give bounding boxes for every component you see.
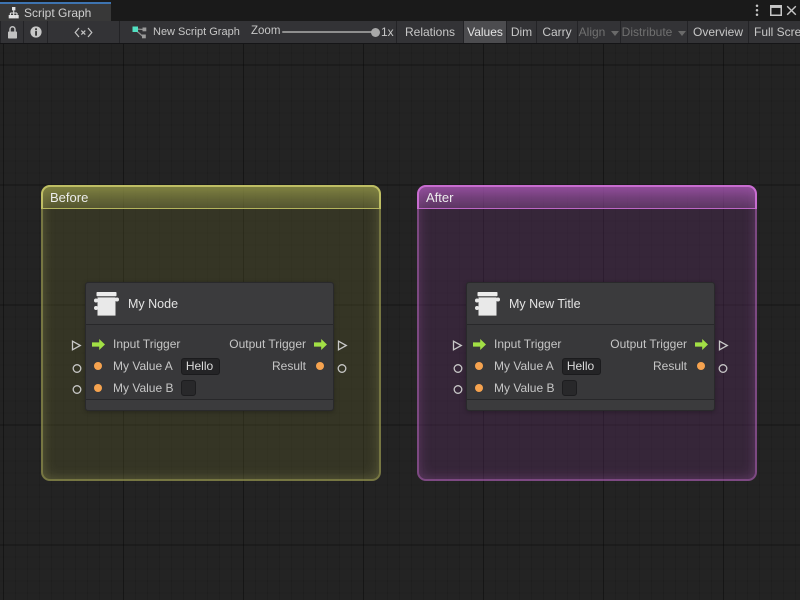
toolbar-button-relations[interactable]: Relations: [397, 21, 464, 43]
graph-info-cell: New Script Graph Zoom 1x: [120, 21, 397, 43]
node-header[interactable]: My New Title: [467, 283, 714, 325]
outer-value-input-port-a[interactable]: [72, 363, 83, 374]
port-row-triggers: Input Trigger Output Trigger: [86, 333, 333, 355]
group-before-header[interactable]: Before: [41, 185, 381, 209]
outer-value-output-port[interactable]: [336, 363, 347, 374]
window-close-button[interactable]: [783, 2, 800, 20]
node-header[interactable]: My Node: [86, 283, 333, 325]
window-controls: [740, 0, 800, 21]
node-footer: [467, 399, 714, 410]
node-title: My New Title: [509, 296, 581, 311]
zoom-value: 1x: [381, 25, 394, 39]
dropdown-arrow-icon: [678, 30, 687, 36]
control-port-arrow-icon: [694, 338, 708, 350]
node-footer: [86, 399, 333, 410]
outer-control-output-port[interactable]: [718, 339, 729, 351]
maximize-icon: [769, 5, 782, 16]
outer-value-output-port[interactable]: [717, 363, 728, 374]
toolbar-button-dim[interactable]: Dim: [507, 21, 537, 43]
toolbar-button-fullscreen[interactable]: Full Screen: [749, 21, 800, 43]
port-output-trigger[interactable]: Output Trigger: [229, 333, 333, 355]
control-port-arrow-icon: [472, 338, 486, 350]
dropdown-arrow-icon: [611, 30, 620, 36]
graph-node-icon: [132, 26, 147, 39]
value-b-checkbox[interactable]: [181, 380, 197, 396]
control-port-arrow-icon: [91, 338, 105, 350]
port-row-spacer: [328, 377, 333, 399]
port-row-value-a: My Value A Hello Result: [86, 355, 333, 377]
node-my-new-title[interactable]: My New Title Input Trigger Output Trigge…: [452, 282, 729, 411]
port-my-value-b[interactable]: My Value B: [467, 377, 578, 399]
value-port-dot-icon: [316, 362, 324, 370]
outer-value-input-port-b[interactable]: [72, 384, 83, 395]
unit-icon: [94, 291, 119, 316]
port-my-value-a[interactable]: My Value A Hello: [467, 355, 601, 377]
window-maximize-button[interactable]: [767, 2, 784, 20]
outer-control-output-port[interactable]: [337, 339, 348, 351]
value-port-dot-icon: [697, 362, 705, 370]
outer-value-input-port-a[interactable]: [453, 363, 464, 374]
port-input-trigger[interactable]: Input Trigger: [467, 333, 561, 355]
port-row-triggers: Input Trigger Output Trigger: [467, 333, 714, 355]
script-graph-icon: [8, 7, 19, 19]
port-row-value-b: My Value B: [86, 377, 333, 399]
lock-icon: [7, 25, 17, 38]
port-my-value-a[interactable]: My Value A Hello: [86, 355, 220, 377]
node-title: My Node: [128, 296, 179, 311]
node-body: Input Trigger Output Trigger My Value A …: [467, 325, 714, 399]
tab-label: Script Graph: [24, 5, 92, 20]
zoom-label: Zoom: [251, 25, 281, 37]
toolbar-button-values[interactable]: Values: [464, 21, 507, 43]
code-icon: [74, 27, 93, 37]
port-row-value-a: My Value A Hello Result: [467, 355, 714, 377]
graph-name: New Script Graph: [153, 26, 240, 38]
zoom-slider[interactable]: [282, 27, 380, 37]
info-icon: [29, 26, 42, 38]
toolbar-button-overview[interactable]: Overview: [688, 21, 749, 43]
port-input-trigger[interactable]: Input Trigger: [86, 333, 180, 355]
unit-icon: [475, 291, 500, 316]
toolbar: New Script Graph Zoom 1x Relations Value…: [0, 21, 800, 44]
port-my-value-b[interactable]: My Value B: [86, 377, 197, 399]
control-port-arrow-icon: [313, 338, 327, 350]
group-after-header[interactable]: After: [417, 185, 757, 209]
zoom-slider-knob[interactable]: [371, 27, 380, 37]
port-result[interactable]: Result: [272, 355, 333, 377]
outer-value-input-port-b[interactable]: [453, 384, 464, 395]
outer-control-input-port[interactable]: [452, 339, 463, 351]
graph-canvas[interactable]: Before After My Node Input Trigger Outpu…: [0, 44, 800, 600]
group-before-title: Before: [50, 190, 89, 205]
tab-script-graph[interactable]: Script Graph: [0, 2, 111, 21]
node-my-node[interactable]: My Node Input Trigger Output Trigger My …: [71, 282, 348, 411]
port-output-trigger[interactable]: Output Trigger: [610, 333, 714, 355]
value-port-dot-icon: [475, 362, 483, 370]
toolbar-button-distribute[interactable]: Distribute: [621, 21, 688, 43]
value-b-checkbox[interactable]: [562, 380, 578, 396]
kebab-menu-icon: [755, 4, 759, 17]
outer-control-input-port[interactable]: [71, 339, 82, 351]
toolbar-button-align[interactable]: Align: [578, 21, 621, 43]
group-after-title: After: [426, 190, 454, 205]
lock-button[interactable]: [0, 21, 24, 43]
toolbar-button-carry[interactable]: Carry: [537, 21, 578, 43]
node-body: Input Trigger Output Trigger My Value A …: [86, 325, 333, 399]
value-a-input[interactable]: Hello: [180, 357, 220, 375]
code-view-button[interactable]: [48, 21, 120, 43]
port-row-value-b: My Value B: [467, 377, 714, 399]
value-a-input[interactable]: Hello: [561, 357, 601, 375]
info-button[interactable]: [24, 21, 48, 43]
port-result[interactable]: Result: [653, 355, 714, 377]
value-port-dot-icon: [94, 384, 102, 392]
tab-bar: Script Graph: [0, 0, 800, 21]
value-port-dot-icon: [94, 362, 102, 370]
close-icon: [786, 5, 797, 16]
window-menu-button[interactable]: [749, 2, 766, 20]
port-row-spacer: [709, 377, 714, 399]
value-port-dot-icon: [475, 384, 483, 392]
